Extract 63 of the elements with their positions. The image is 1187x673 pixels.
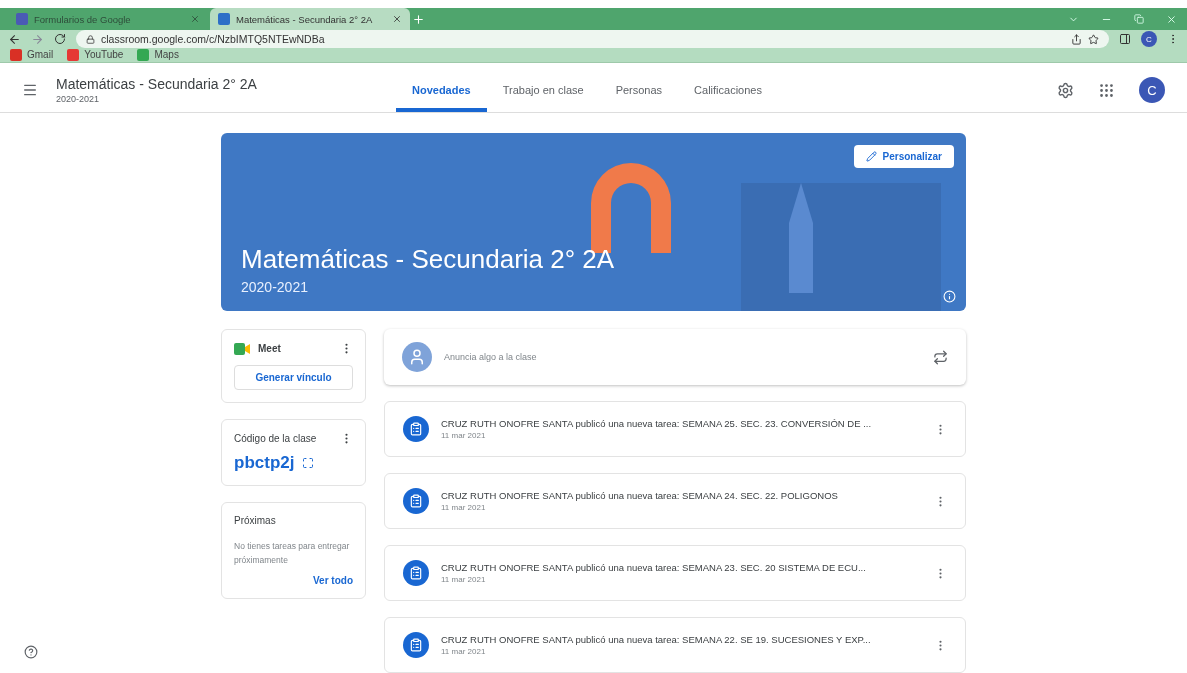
- generate-link-button[interactable]: Generar vínculo: [234, 365, 353, 390]
- new-tab-icon[interactable]: [412, 12, 425, 26]
- assignment-icon: [403, 416, 429, 442]
- info-icon[interactable]: [943, 290, 956, 303]
- settings-icon[interactable]: [1057, 81, 1074, 99]
- class-code-title: Código de la clase: [234, 433, 317, 444]
- video-camera-icon: [234, 342, 250, 355]
- post-date: 11 mar 2021: [441, 503, 487, 512]
- browser-tab[interactable]: Matemáticas - Secundaria 2° 2A: [210, 8, 410, 30]
- nav-tab[interactable]: Calificaciones: [678, 68, 778, 112]
- bookmark-link[interactable]: YouTube: [67, 48, 124, 61]
- meet-title: Meet: [258, 343, 281, 354]
- side-panel-icon[interactable]: [1119, 33, 1131, 45]
- share-icon[interactable]: [1071, 33, 1082, 45]
- customize-button[interactable]: Personalizar: [853, 145, 954, 168]
- class-code: pbctp2j: [234, 453, 295, 473]
- back-icon[interactable]: [8, 32, 21, 46]
- tab-favicon-icon: [16, 13, 28, 25]
- post-date: 11 mar 2021: [441, 575, 487, 584]
- assignment-icon: [403, 488, 429, 514]
- pencil-icon: [865, 151, 877, 162]
- banner-subtitle: 2020-2021: [241, 279, 309, 295]
- class-title: Matemáticas - Secundaria 2° 2A: [56, 76, 258, 93]
- view-all-link[interactable]: Ver todo: [313, 575, 353, 587]
- close-icon[interactable]: [190, 14, 200, 24]
- upcoming-message: No tienes tareas para entregar próximamente: [234, 540, 351, 567]
- post-title: CRUZ RUTH ONOFRE SANTA publicó una nueva tarea: SEMANA 25. SEC. 23. CONVERSIÓN DE ...: [441, 418, 873, 429]
- nav-tab[interactable]: Personas: [599, 68, 679, 112]
- bookmark-link[interactable]: Gmail: [10, 48, 54, 61]
- star-icon[interactable]: [1088, 33, 1099, 45]
- post-card[interactable]: CRUZ RUTH ONOFRE SANTA publicó una nueva tarea: SEMANA 24. SEC. 22. POLIGONOS 11 mar 2021: [384, 473, 966, 529]
- account-avatar[interactable]: C: [1139, 77, 1165, 104]
- assignment-icon: [403, 632, 429, 658]
- address-bar[interactable]: classroom.google.com/c/NzbIMTQ5NTEwNDBa: [76, 30, 1109, 48]
- reload-icon[interactable]: [54, 33, 66, 45]
- close-icon[interactable]: [1166, 13, 1177, 25]
- post-date: 11 mar 2021: [441, 431, 487, 440]
- post-title: CRUZ RUTH ONOFRE SANTA publicó una nueva tarea: SEMANA 23. SEC. 20 SISTEMA DE ECU...: [441, 562, 867, 573]
- assignment-icon: [403, 560, 429, 586]
- post-card[interactable]: CRUZ RUTH ONOFRE SANTA publicó una nueva tarea: SEMANA 25. SEC. 23. CONVERSIÓN DE ... 11 mar 2021: [384, 401, 966, 457]
- nav-tab[interactable]: Trabajo en clase: [486, 68, 600, 112]
- nav-tab[interactable]: Novedades: [396, 68, 487, 112]
- upcoming-title: Próximas: [234, 515, 276, 526]
- profile-avatar[interactable]: C: [1141, 31, 1157, 47]
- post-card[interactable]: CRUZ RUTH ONOFRE SANTA publicó una nueva tarea: SEMANA 23. SEC. 20 SISTEMA DE ECU... 11 mar 2021: [384, 545, 966, 601]
- bookmark-link[interactable]: Maps: [137, 48, 179, 61]
- banner-title: Matemáticas - Secundaria 2° 2A: [241, 244, 616, 275]
- post-date: 11 mar 2021: [441, 647, 487, 656]
- post-card[interactable]: CRUZ RUTH ONOFRE SANTA publicó una nueva tarea: SEMANA 22. SE 19. SUCESIONES Y EXP... 11 mar 2021: [384, 617, 966, 673]
- restore-icon[interactable]: [1134, 14, 1144, 24]
- forward-icon[interactable]: [31, 32, 44, 46]
- user-avatar-icon: [402, 342, 432, 372]
- repost-icon[interactable]: [933, 349, 948, 365]
- post-title: CRUZ RUTH ONOFRE SANTA publicó una nueva tarea: SEMANA 24. SEC. 22. POLIGONOS: [441, 490, 839, 501]
- announce-field[interactable]: Anuncia algo a la clase: [384, 329, 966, 385]
- lock-icon: [86, 34, 95, 44]
- expand-icon[interactable]: [302, 457, 315, 469]
- close-icon[interactable]: [392, 14, 402, 24]
- apps-grid-icon[interactable]: [1098, 81, 1115, 99]
- tab-favicon-icon: [218, 13, 230, 25]
- help-icon[interactable]: [24, 645, 38, 659]
- post-title: CRUZ RUTH ONOFRE SANTA publicó una nueva tarea: SEMANA 22. SE 19. SUCESIONES Y EXP...: [441, 634, 872, 645]
- class-year: 2020-2021: [56, 94, 101, 105]
